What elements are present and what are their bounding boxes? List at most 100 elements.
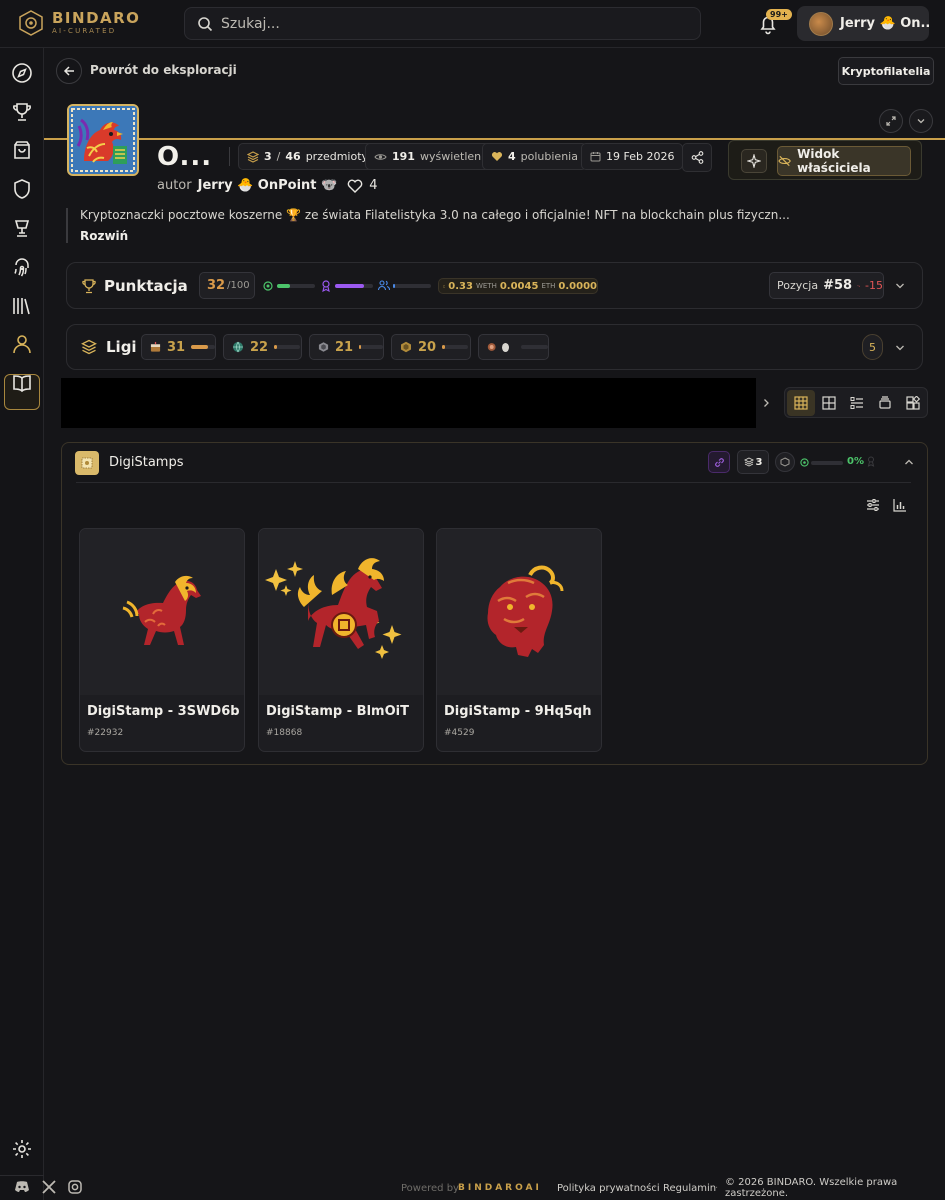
league-value: 31: [167, 339, 186, 355]
author-name[interactable]: Jerry 🐣 OnPoint 🐨: [198, 178, 338, 193]
chevron-down-icon[interactable]: [895, 282, 905, 290]
hexagon-league-icon: [318, 342, 329, 352]
sidebar-item-explore[interactable]: [10, 61, 34, 85]
chevron-up-icon[interactable]: [904, 458, 914, 466]
sparkle-icon: [747, 154, 761, 168]
item-card[interactable]: DigiStamp - 3SWD6b #22932: [79, 528, 245, 752]
expand-description-link[interactable]: Rozwiń: [80, 229, 926, 243]
collection-title: O...: [157, 142, 213, 172]
avatar: [809, 11, 833, 36]
stamp-icon: [81, 457, 93, 469]
sliders-icon[interactable]: [866, 498, 880, 512]
layers-icon: [81, 339, 97, 355]
share-button[interactable]: [682, 143, 712, 172]
grid-large-icon: [822, 395, 836, 410]
league-badge[interactable]: 22: [223, 334, 302, 360]
bindaro-logo-icon: [19, 10, 43, 36]
sidebar-item-trophies[interactable]: [10, 100, 34, 124]
ai-sparkle-button[interactable]: [741, 149, 767, 173]
item-id: #22932: [87, 728, 124, 738]
sidebar-item-guide[interactable]: [10, 371, 34, 395]
league-badge[interactable]: 31: [141, 334, 216, 360]
collection-thumbnail[interactable]: [67, 104, 139, 176]
view-mode-switcher: [784, 387, 928, 418]
item-image: [80, 529, 244, 695]
item-name: DigiStamp - BlmOiT: [266, 704, 409, 719]
section-title: DigiStamps: [109, 455, 184, 470]
leagues-title: Ligi: [106, 338, 137, 356]
position-change: -15: [865, 279, 883, 292]
medal-icon: [867, 456, 875, 467]
terms-link[interactable]: Regulamin: [663, 1183, 716, 1194]
search-input[interactable]: [221, 15, 681, 32]
powered-brand[interactable]: BINDAROAI: [458, 1183, 542, 1193]
privacy-link[interactable]: Polityka prywatności: [557, 1183, 660, 1194]
horse-stamp-image: [122, 575, 201, 645]
share-icon: [691, 151, 703, 164]
league-badge[interactable]: 20: [391, 334, 471, 360]
views-count: 191: [392, 150, 415, 163]
sidebar-item-shop[interactable]: [10, 138, 34, 162]
user-menu-button[interactable]: Jerry 🐣 On...: [797, 6, 929, 41]
position-value: #58: [823, 278, 853, 293]
likes-stat[interactable]: 4 polubienia: [482, 143, 587, 170]
target-icon: [800, 458, 809, 467]
discord-icon[interactable]: [14, 1180, 30, 1194]
league-badge[interactable]: [478, 334, 549, 360]
owner-view-button[interactable]: Widok właściciela: [777, 146, 911, 176]
items-total: 46: [285, 150, 301, 163]
brand-tagline: AI-CURATED: [52, 27, 117, 35]
chevron-down-icon[interactable]: [895, 344, 905, 352]
sidebar-item-identity[interactable]: [10, 255, 34, 279]
eye-off-icon: [778, 155, 791, 167]
item-name: DigiStamp - 9Hq5qh: [444, 704, 592, 719]
tiger-stamp-image: [487, 565, 564, 657]
views-label: wyświetlenia: [419, 150, 491, 163]
sidebar-item-awards[interactable]: [10, 216, 34, 240]
stack-view-button[interactable]: [871, 390, 899, 416]
score-value-pill: 32 /100: [199, 272, 255, 299]
third-value: 0.0000: [558, 280, 597, 292]
leagues-count-badge: 5: [862, 334, 883, 360]
bar-chart-icon[interactable]: [893, 498, 907, 512]
item-card[interactable]: DigiStamp - 9Hq5qh #4529: [436, 528, 602, 752]
brand-logo[interactable]: BINDARO AI-CURATED: [18, 10, 140, 36]
sidebar-item-settings[interactable]: [10, 1137, 34, 1161]
digistamps-section: DigiStamps 3 0% DigiStamp - 3SWD6b #2293…: [61, 442, 928, 765]
likes-label: polubienia: [520, 150, 578, 163]
league-value: 21: [335, 339, 354, 355]
sidebar-item-profile[interactable]: [10, 332, 34, 356]
heart-outline-icon[interactable]: [347, 179, 363, 193]
arrow-left-icon: [63, 66, 74, 76]
shopping-bag-icon: [14, 141, 30, 159]
author-row: autor Jerry 🐣 OnPoint 🐨 4: [157, 178, 377, 193]
author-label: autor: [157, 178, 192, 193]
sidebar-item-security[interactable]: [10, 177, 34, 201]
back-button[interactable]: [56, 58, 82, 84]
item-card[interactable]: DigiStamp - BlmOiT #18868: [258, 528, 424, 752]
chevron-right-icon[interactable]: [762, 398, 770, 408]
horse-with-coin-stamp-image: [265, 558, 402, 659]
back-link[interactable]: Powrót do eksploracji: [90, 63, 237, 77]
league-badge[interactable]: 21: [309, 334, 384, 360]
mosaic-view-button[interactable]: [899, 390, 927, 416]
notifications-badge: 99+: [766, 9, 792, 20]
score-panel[interactable]: Punktacja 32 /100 0.33 WETH 0.0045 ETH 0…: [66, 262, 923, 309]
score-bar-2: [335, 284, 373, 288]
sidebar-item-library[interactable]: [10, 294, 34, 318]
items-separator: /: [276, 150, 281, 163]
grid-large-view-button[interactable]: [815, 390, 843, 416]
list-view-button[interactable]: [843, 390, 871, 416]
collapse-header-button[interactable]: [909, 109, 933, 133]
market-value-pill: 0.33 WETH 0.0045 ETH 0.0000: [438, 278, 598, 294]
category-button[interactable]: Kryptofilatelia: [838, 57, 934, 85]
trend-down-icon: [857, 284, 860, 287]
grid-view-button[interactable]: [787, 389, 815, 416]
fingerprint-icon: [14, 258, 29, 277]
chain-link-button[interactable]: [708, 451, 730, 473]
footer: Powered by BINDAROAI Polityka prywatnośc…: [44, 1176, 945, 1200]
rank-pill: Pozycja #58 -15: [769, 272, 884, 299]
search-box[interactable]: [184, 7, 701, 40]
expand-button[interactable]: [879, 109, 903, 133]
league-progress: [521, 345, 548, 349]
